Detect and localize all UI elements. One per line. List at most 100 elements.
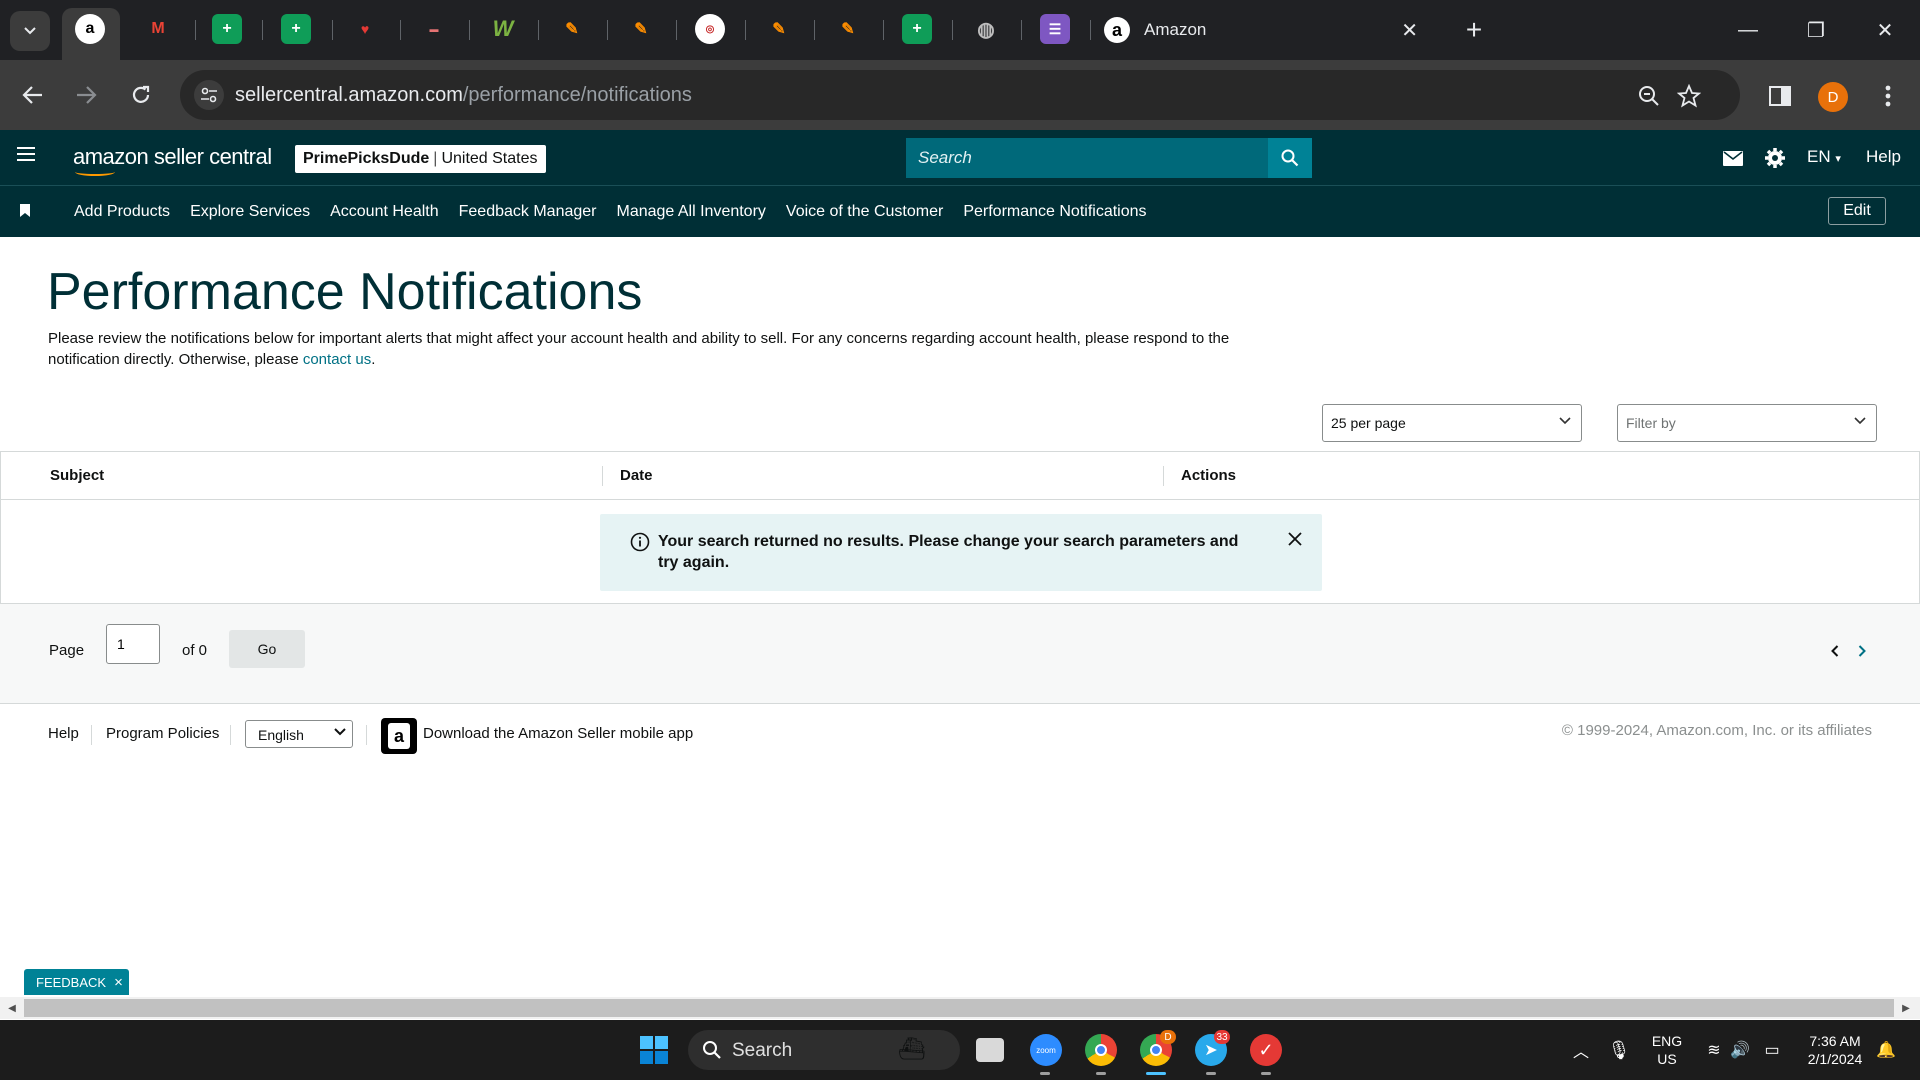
more-menu-icon[interactable] <box>1874 82 1902 110</box>
download-app-link[interactable]: Download the Amazon Seller mobile app <box>423 725 693 742</box>
amazon-favicon-icon[interactable]: a <box>75 14 105 44</box>
restore-button[interactable]: ❐ <box>1793 14 1839 46</box>
column-date[interactable]: Date <box>620 467 653 484</box>
badge-favicon-icon[interactable]: ◎ <box>695 14 725 44</box>
scroll-left-icon[interactable]: ◀ <box>6 1002 18 1014</box>
site-settings-icon[interactable] <box>194 80 224 110</box>
help-link[interactable]: Help <box>1866 147 1901 167</box>
chevron-down-icon <box>24 27 36 35</box>
new-tab-button[interactable]: + <box>1458 14 1490 46</box>
clock[interactable]: 7:36 AM 2/1/2024 <box>1794 1032 1876 1068</box>
amazon-favicon-icon: a <box>1104 17 1130 43</box>
store-selector[interactable]: PrimePicksDude | United States <box>295 145 546 173</box>
sheets-favicon-icon[interactable]: + <box>281 14 311 44</box>
input-language[interactable]: ENG US <box>1640 1032 1694 1068</box>
nav-feedback-manager[interactable]: Feedback Manager <box>459 203 597 221</box>
taskbar-search[interactable]: Search ⛴ <box>688 1030 960 1070</box>
footer-help-link[interactable]: Help <box>48 725 79 742</box>
column-actions: Actions <box>1181 467 1237 484</box>
filter-by-select[interactable]: Filter by <box>1617 404 1877 442</box>
reload-button[interactable] <box>121 75 161 115</box>
list-favicon-icon[interactable]: ☰ <box>1040 14 1070 44</box>
close-window-button[interactable]: ✕ <box>1862 14 1908 46</box>
tab-search-button[interactable] <box>10 11 50 51</box>
tab-amazon[interactable]: a Amazon ✕ <box>1092 8 1452 52</box>
globe-favicon-icon[interactable]: ◍ <box>971 14 1001 44</box>
pencil-favicon-icon[interactable]: ✎ <box>833 14 863 44</box>
bookmark-icon[interactable] <box>20 204 30 222</box>
amazon-seller-app-icon[interactable]: a <box>381 718 417 754</box>
chevron-up-icon[interactable]: ︿ <box>1565 1034 1597 1066</box>
profile-avatar[interactable]: D <box>1818 82 1848 112</box>
chrome-profile-badge: D <box>1160 1030 1176 1044</box>
scrollbar-thumb[interactable] <box>24 999 1894 1017</box>
sheets-favicon-icon[interactable]: + <box>212 14 242 44</box>
close-icon[interactable] <box>1288 532 1302 546</box>
forward-button[interactable] <box>66 75 106 115</box>
minimize-button[interactable]: — <box>1725 14 1771 46</box>
side-panel-icon[interactable] <box>1766 82 1794 110</box>
feedback-tab[interactable]: FEEDBACK × <box>24 969 129 995</box>
nav-manage-all-inventory[interactable]: Manage All Inventory <box>616 203 765 221</box>
menu-icon[interactable] <box>16 146 38 168</box>
notification-bell-icon[interactable]: 🔔 <box>1870 1034 1902 1066</box>
microphone-icon[interactable]: 🎙 <box>1603 1034 1635 1066</box>
chevron-left-icon <box>1831 645 1839 657</box>
horizontal-scrollbar[interactable]: ◀ ▶ <box>0 997 1920 1019</box>
chevron-down-icon <box>1559 417 1571 425</box>
zoom-app-icon[interactable]: zoom <box>1030 1034 1062 1066</box>
language-selector[interactable]: EN ▾ <box>1807 147 1841 167</box>
nav-account-health[interactable]: Account Health <box>330 203 439 221</box>
search-input[interactable] <box>906 138 1268 178</box>
contact-us-link[interactable]: contact us <box>303 351 371 368</box>
gmail-favicon-icon[interactable]: M <box>143 14 173 44</box>
nav-explore-services[interactable]: Explore Services <box>190 203 310 221</box>
pencil-favicon-icon[interactable]: ✎ <box>557 14 587 44</box>
sheets-favicon-icon[interactable]: + <box>902 14 932 44</box>
store-name: PrimePicksDude <box>303 150 430 167</box>
nav-add-products[interactable]: Add Products <box>74 203 170 221</box>
site-favicon-icon[interactable]: ▬ <box>419 14 449 44</box>
previous-page-button[interactable] <box>1827 643 1843 659</box>
heart-favicon-icon[interactable]: ♥ <box>350 14 380 44</box>
chevron-down-icon <box>334 728 346 736</box>
table-header: Subject Date Actions <box>1 452 1919 500</box>
bookmark-star-icon[interactable] <box>1675 82 1703 110</box>
battery-icon[interactable]: ▭ <box>1756 1034 1788 1066</box>
task-view-icon[interactable] <box>976 1038 1004 1062</box>
edit-bookmarks-button[interactable]: Edit <box>1828 197 1886 225</box>
search-highlight-icon: ⛴ <box>898 1036 926 1061</box>
pencil-favicon-icon[interactable]: ✎ <box>764 14 794 44</box>
footer-language-select[interactable]: English <box>245 720 353 748</box>
volume-icon[interactable]: 🔊 <box>1724 1034 1756 1066</box>
address-bar[interactable]: sellercentral.amazon.com/performance/not… <box>180 70 1740 120</box>
close-tab-icon[interactable]: ✕ <box>1401 18 1418 43</box>
back-button[interactable] <box>13 75 53 115</box>
todo-app-icon[interactable]: ✓ <box>1250 1034 1282 1066</box>
info-icon <box>630 532 650 552</box>
column-subject[interactable]: Subject <box>50 467 104 484</box>
nav-voice-of-the-customer[interactable]: Voice of the Customer <box>786 203 943 221</box>
go-button[interactable]: Go <box>229 630 305 668</box>
settings-gear-icon[interactable] <box>1763 146 1787 170</box>
bookmark-nav: Add Products Explore Services Account He… <box>0 185 1920 237</box>
chevron-down-icon <box>1854 417 1866 425</box>
amazon-seller-central-logo[interactable]: amazon seller central <box>73 144 272 176</box>
page-number-input[interactable] <box>106 624 160 664</box>
windows-start-icon[interactable] <box>638 1034 670 1066</box>
w-favicon-icon[interactable]: W <box>488 14 518 44</box>
next-page-button[interactable] <box>1854 643 1870 659</box>
mail-icon[interactable] <box>1721 146 1745 170</box>
nav-performance-notifications[interactable]: Performance Notifications <box>963 203 1146 221</box>
pencil-favicon-icon[interactable]: ✎ <box>626 14 656 44</box>
chrome-app-icon[interactable] <box>1085 1034 1117 1066</box>
close-icon[interactable]: × <box>114 974 123 991</box>
search-button[interactable] <box>1268 138 1312 178</box>
notifications-table: Subject Date Actions Your search returne… <box>0 451 1920 604</box>
program-policies-link[interactable]: Program Policies <box>106 725 219 742</box>
scroll-right-icon[interactable]: ▶ <box>1900 1002 1912 1014</box>
per-page-select[interactable]: 25 per page <box>1322 404 1582 442</box>
tab-title: Amazon <box>1144 20 1207 39</box>
page-label: Page <box>49 642 85 659</box>
zoom-icon[interactable] <box>1635 82 1663 110</box>
